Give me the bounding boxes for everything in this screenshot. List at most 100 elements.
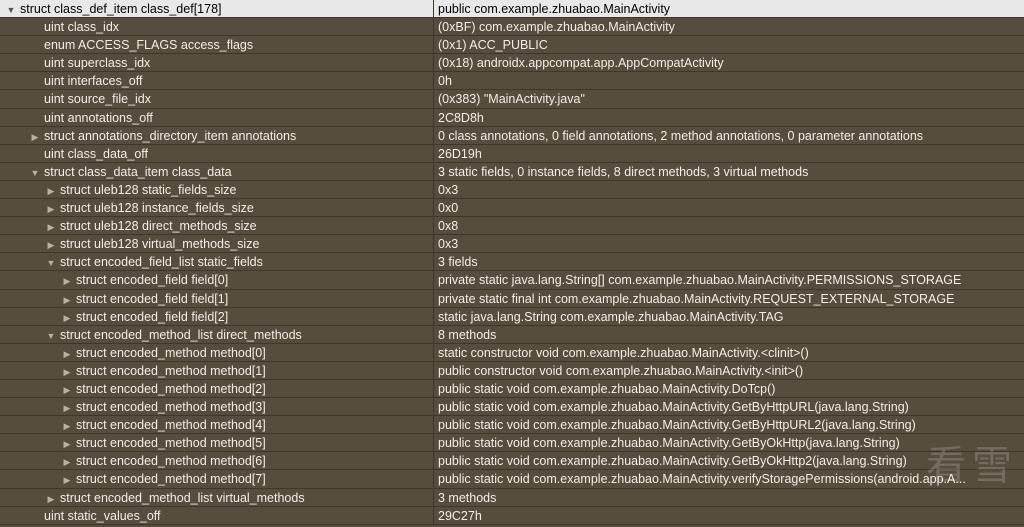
triangle-right-icon[interactable]: ▶ [62,291,72,307]
tree-row-name-cell: ▶ struct uleb128 static_fields_size [0,180,434,199]
tree-row-value: 0x3 [438,237,459,252]
tree-row-name: uint class_data_off [44,146,149,161]
tree-row-name: struct encoded_field_list static_fields [60,255,263,270]
tree-row[interactable]: ▶ struct encoded_method_list virtual_meth… [0,488,1024,507]
tree-row[interactable]: ▶uint interfaces_off 0h [0,72,1024,91]
triangle-right-icon[interactable]: ▶ [62,309,72,325]
tree-row-name-cell: ▶uint interfaces_off [0,72,434,90]
tree-row-value: 0x8 [438,219,459,234]
tree-row[interactable]: ▶ struct uleb128 instance_fields_size 0x0 [0,199,1024,218]
triangle-right-icon[interactable]: ▶ [46,236,56,252]
tree-row[interactable]: ▼ struct class_data_item class_data 3 stat… [0,162,1024,181]
tree-row[interactable]: ▶uint source_file_idx (0x383) "MainActivi… [0,90,1024,109]
tree-row-name: uint class_idx [44,20,120,35]
triangle-right-icon[interactable]: ▶ [62,471,72,487]
triangle-right-icon[interactable]: ▶ [62,399,72,415]
tree-row-name-cell: ▶ struct annotations_directory_item annot… [0,126,434,144]
tree-row-name: uint superclass_idx [44,56,151,71]
tree-row-name: enum ACCESS_FLAGS access_flags [44,38,254,53]
template-results-tree[interactable]: ▼ struct class_def_item class_def[178] pub… [0,0,1024,525]
tree-row-name: struct encoded_method method[7] [76,472,266,487]
tree-row-name-cell: ▶ struct encoded_method method[6] [0,452,434,470]
tree-row-name-cell: ▶ struct encoded_method method[7] [0,470,434,488]
tree-row-value: public static void com.example.zhuabao.M… [438,381,776,396]
tree-row[interactable]: ▶ struct uleb128 direct_methods_size 0x8 [0,217,1024,236]
tree-row-name: struct uleb128 static_fields_size [60,182,237,197]
tree-row-name-cell: ▶ struct encoded_field field[1] [0,289,434,307]
tree-row[interactable]: ▶uint class_idx (0xBF) com.example.zhuaba… [0,18,1024,37]
tree-row-name: struct encoded_method method[6] [76,454,266,469]
tree-row[interactable]: ▶ struct uleb128 static_fields_size 0x3 [0,180,1024,200]
tree-row-name-cell: ▶uint class_idx [0,18,434,36]
tree-row-value: public static void com.example.zhuabao.M… [438,418,916,433]
tree-row[interactable]: ▶ struct encoded_method method[6] public s… [0,452,1024,471]
tree-row-name: uint static_values_off [44,508,161,523]
tree-row-name-cell: ▼ struct class_data_item class_data [0,162,434,180]
tree-row[interactable]: ▶ struct encoded_method method[3] public s… [0,398,1024,417]
triangle-down-icon[interactable]: ▼ [46,327,56,343]
tree-row[interactable]: ▼ struct encoded_field_list static_fields… [0,253,1024,272]
tree-row-value: 0x3 [438,182,459,197]
tree-row-name: uint source_file_idx [44,92,152,107]
tree-row-value: static constructor void com.example.zhua… [438,345,809,360]
tree-row[interactable]: ▶ struct encoded_method method[4] public s… [0,416,1024,435]
triangle-down-icon[interactable]: ▼ [46,254,56,270]
tree-row-name-cell: ▶uint static_values_off [0,506,434,524]
triangle-down-icon[interactable]: ▼ [6,1,16,17]
triangle-right-icon[interactable]: ▶ [62,345,72,361]
tree-row-value: 0 class annotations, 0 field annotations… [438,128,924,143]
tree-row-value: (0x18) androidx.appcompat.app.AppCompatA… [438,56,724,71]
triangle-right-icon[interactable]: ▶ [62,363,72,379]
tree-row-value: 3 static fields, 0 instance fields, 8 di… [438,164,809,179]
tree-row-name: struct encoded_method method[1] [76,363,266,378]
triangle-right-icon[interactable]: ▶ [46,200,56,216]
tree-row-name-cell: ▶uint source_file_idx [0,90,434,108]
tree-row-value: private static final int com.example.zhu… [438,291,955,306]
tree-row[interactable]: ▶uint superclass_idx (0x18) androidx.appc… [0,54,1024,73]
tree-row[interactable]: ▶enum ACCESS_FLAGS access_flags (0x1) ACC… [0,36,1024,55]
tree-row[interactable]: ▶ struct encoded_field field[1] private st… [0,289,1024,308]
tree-row-name: struct encoded_method method[2] [76,381,266,396]
triangle-right-icon[interactable]: ▶ [62,435,72,451]
tree-row-name: uint interfaces_off [44,74,143,89]
tree-row[interactable]: ▼ struct class_def_item class_def[178] pub… [0,0,1024,19]
tree-row[interactable]: ▶ struct encoded_method method[7] public s… [0,470,1024,489]
tree-row-value: (0x383) "MainActivity.java" [438,92,585,107]
tree-row-name: struct uleb128 instance_fields_size [60,201,254,216]
tree-row-name: struct encoded_method_list virtual_metho… [60,490,305,505]
tree-row-value: 2C8D8h [438,110,484,125]
tree-row[interactable]: ▶uint static_values_off 29C27h [0,506,1024,525]
tree-row-value: (0xBF) com.example.zhuabao.MainActivity [438,20,675,35]
tree-row[interactable]: ▶ struct encoded_method method[2] public s… [0,379,1024,399]
triangle-right-icon[interactable]: ▶ [46,182,56,198]
tree-row-name: struct encoded_method method[0] [76,345,266,360]
tree-row[interactable]: ▶ struct encoded_method method[5] public s… [0,434,1024,453]
tree-row[interactable]: ▶ struct encoded_method method[1] public c… [0,361,1024,380]
tree-row-name: struct encoded_field field[0] [76,273,229,288]
tree-row[interactable]: ▶uint annotations_off 2C8D8h [0,108,1024,127]
triangle-right-icon[interactable]: ▶ [62,453,72,469]
triangle-right-icon[interactable]: ▶ [46,218,56,234]
tree-row-value: 3 methods [438,490,497,505]
tree-row-name: struct uleb128 direct_methods_size [60,219,257,234]
triangle-right-icon[interactable]: ▶ [62,272,72,288]
tree-row-name-cell: ▶ struct encoded_field field[0] [0,271,434,289]
tree-row-name-cell: ▶uint superclass_idx [0,54,434,72]
triangle-down-icon[interactable]: ▼ [30,164,40,180]
tree-row[interactable]: ▶ struct encoded_method method[0] static c… [0,343,1024,362]
triangle-right-icon[interactable]: ▶ [62,381,72,397]
tree-row[interactable]: ▶ struct uleb128 virtual_methods_size 0x3 [0,235,1024,254]
triangle-right-icon[interactable]: ▶ [62,417,72,433]
tree-row-name-cell: ▶ struct encoded_method method[0] [0,343,434,361]
triangle-right-icon[interactable]: ▶ [46,490,56,506]
tree-row-name-cell: ▶uint annotations_off [0,108,434,126]
tree-row[interactable]: ▶uint class_data_off 26D19h [0,144,1024,163]
tree-row-name-cell: ▶ struct encoded_method method[4] [0,416,434,434]
tree-row-value: static java.lang.String com.example.zhua… [438,309,784,324]
tree-row[interactable]: ▶ struct encoded_field field[2] static jav… [0,307,1024,326]
triangle-right-icon[interactable]: ▶ [30,128,40,144]
tree-row-name: struct class_data_item class_data [44,164,232,179]
tree-row[interactable]: ▶ struct annotations_directory_item annot… [0,126,1024,145]
tree-row[interactable]: ▼ struct encoded_method_list direct_metho… [0,325,1024,344]
tree-row[interactable]: ▶ struct encoded_field field[0] private st… [0,271,1024,290]
